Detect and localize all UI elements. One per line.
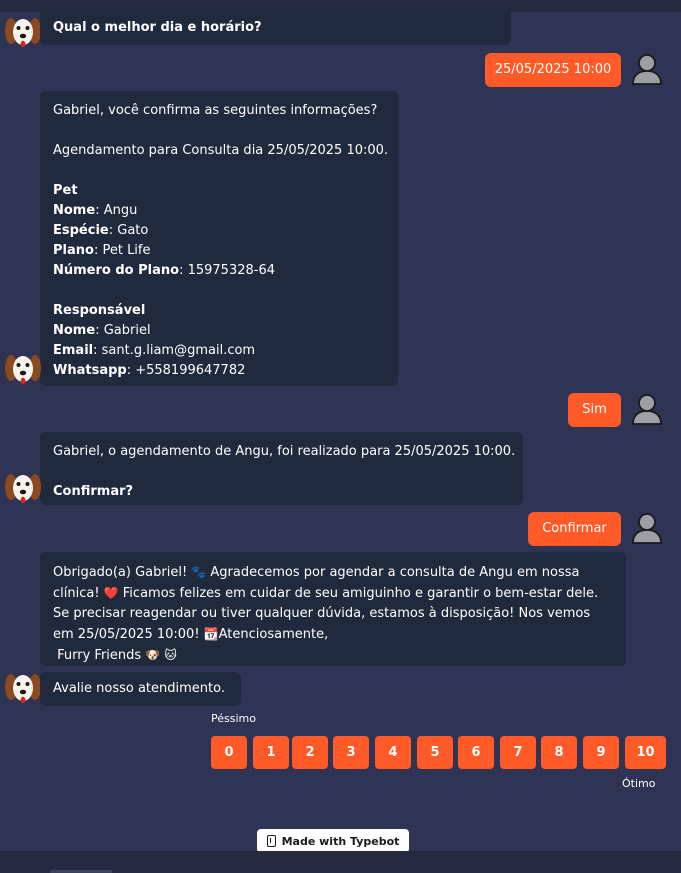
rating-button-2[interactable]: 2 [292, 736, 328, 769]
thanks-line-1b: Agradecemos por agendar a consulta de An… [206, 565, 580, 580]
confirm-intro: Gabriel, você confirma as seguintes info… [53, 103, 378, 118]
typebot-logo-icon [266, 835, 276, 847]
whatsapp-label: Whatsapp [53, 363, 127, 378]
bot-dog-avatar-icon [3, 667, 43, 707]
made-with-typebot-badge[interactable]: Made with Typebot [257, 829, 409, 853]
rating-button-6[interactable]: 6 [458, 736, 494, 769]
appointment-done-text: Gabriel, o agendamento de Angu, foi real… [53, 444, 516, 459]
species-value: : Gato [108, 223, 149, 238]
email-label: Email [53, 343, 94, 358]
bot-message-thanks: Obrigado(a) Gabriel! 🐾 Agradecemos por a… [40, 552, 626, 666]
thanks-line-3: Se precisar reagendar ou tiver qualquer … [53, 606, 591, 621]
user-message-confirm: Confirmar [528, 512, 621, 546]
user-message-yes: Sim [568, 393, 621, 427]
rating-button-1[interactable]: 1 [253, 736, 289, 769]
thanks-line-4b: Atenciosamente, [218, 627, 329, 642]
rate-prompt-text: Avalie nosso atendimento. [53, 681, 225, 696]
plan-value: : Pet Life [93, 243, 151, 258]
pet-name-value: : Angu [95, 203, 138, 218]
owner-name-value: : Gabriel [95, 323, 151, 338]
thanks-line-2b: Ficamos felizes em cuidar de seu amiguin… [118, 586, 599, 601]
rating-button-10[interactable]: 10 [625, 736, 666, 769]
rating-button-0[interactable]: 0 [211, 736, 247, 769]
rating-button-9[interactable]: 9 [583, 736, 619, 769]
rating-button-4[interactable]: 4 [375, 736, 411, 769]
rating-button-7[interactable]: 7 [500, 736, 536, 769]
plan-label: Plano [53, 243, 94, 258]
whatsapp-value: : +558199647782 [126, 363, 246, 378]
rating-min-label: Péssimo [211, 712, 256, 725]
rating-button-8[interactable]: 8 [541, 736, 577, 769]
bot-message-appointment-done: Gabriel, o agendamento de Angu, foi real… [40, 432, 523, 505]
thanks-line-2a: clínica! [53, 586, 104, 601]
user-avatar-icon [630, 51, 664, 85]
bot-dog-avatar-icon [3, 467, 43, 507]
thanks-line-1: Obrigado(a) Gabriel! [53, 565, 192, 580]
typebot-badge-text: Made with Typebot [281, 834, 400, 848]
confirm-appointment: Agendamento para Consulta dia 25/05/2025… [53, 143, 389, 158]
bot-dog-avatar-icon [3, 11, 43, 51]
plan-number-value: : 15975328-64 [179, 263, 275, 278]
owner-name-label: Nome [53, 323, 96, 338]
species-label: Espécie [53, 223, 109, 238]
owner-heading: Responsável [53, 303, 146, 318]
rating-max-label: Ótimo [622, 777, 656, 790]
bot-message-date-question: Qual o melhor dia e horário? [40, 10, 511, 45]
plan-number-label: Número do Plano [53, 263, 180, 278]
bot-message-rate-prompt: Avalie nosso atendimento. [40, 672, 241, 706]
user-avatar-icon [630, 391, 664, 425]
heart-icon: ❤️ [103, 586, 119, 600]
rating-button-3[interactable]: 3 [333, 736, 369, 769]
thanks-line-5: Furry Friends [53, 648, 146, 663]
date-question-text: Qual o melhor dia e horário? [53, 20, 262, 35]
cat-icon: 🐱 [164, 648, 177, 662]
bot-message-confirmation-summary: Gabriel, você confirma as seguintes info… [40, 91, 398, 386]
bot-dog-avatar-icon [3, 348, 43, 388]
pet-heading: Pet [53, 183, 78, 198]
calendar-icon: 📆 [203, 627, 219, 641]
paw-icon: 🐾 [191, 565, 207, 579]
user-message-date: 25/05/2025 10:00 [485, 53, 621, 87]
thanks-line-4a: em 25/05/2025 10:00! [53, 627, 204, 642]
rating-button-5[interactable]: 5 [417, 736, 453, 769]
user-avatar-icon [630, 510, 664, 544]
email-value: : sant.g.liam@gmail.com [93, 343, 256, 358]
dog-icon: 🐶 [145, 648, 161, 662]
pet-name-label: Nome [53, 203, 96, 218]
confirm-question: Confirmar? [53, 484, 134, 499]
